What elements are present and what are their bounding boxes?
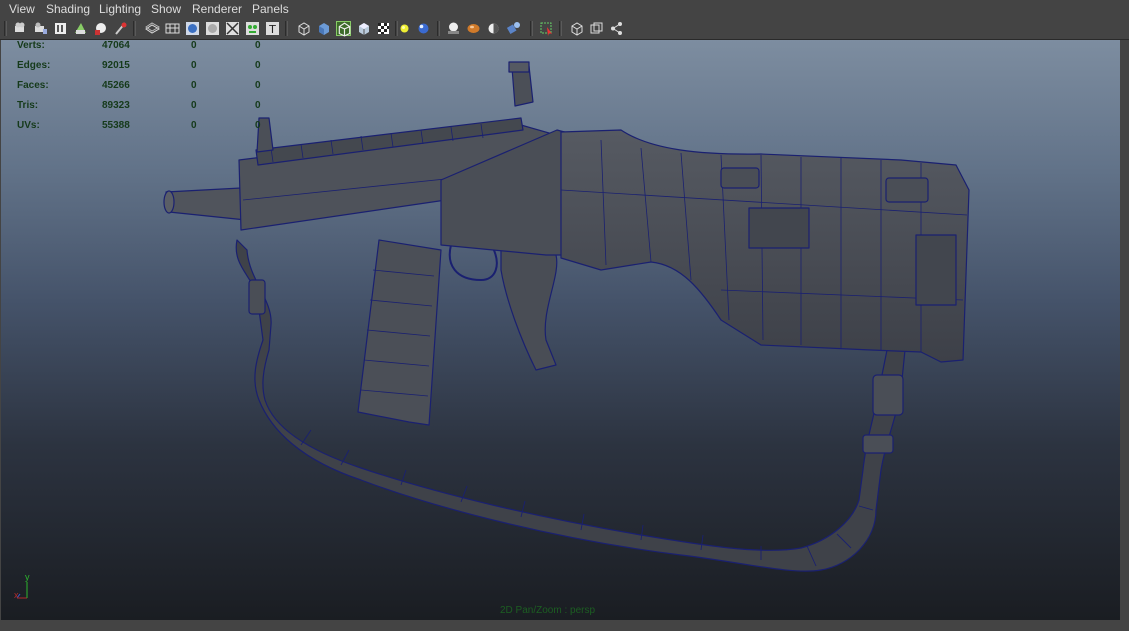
- hud-value: 0: [191, 120, 197, 131]
- camera-attributes-icon[interactable]: [33, 21, 48, 36]
- hud-label: UVs:: [17, 120, 40, 131]
- hud-value: 0: [255, 100, 261, 111]
- field-chart-icon[interactable]: [185, 21, 200, 36]
- xray-icon[interactable]: [397, 21, 412, 36]
- toolbar-separator: [4, 21, 7, 36]
- hud-value: 0: [191, 40, 197, 51]
- menu-shading[interactable]: Shading: [46, 2, 90, 16]
- panel-menubar: View Shading Lighting Show Renderer Pane…: [0, 0, 1129, 18]
- hud-value: 55388: [102, 120, 130, 131]
- toolbar-separator: [530, 21, 533, 36]
- xray-joints-icon[interactable]: [609, 21, 624, 36]
- menu-lighting[interactable]: Lighting: [99, 2, 141, 16]
- gate-mask-icon[interactable]: [165, 21, 180, 36]
- menu-view[interactable]: View: [9, 2, 35, 16]
- depth-of-field-icon[interactable]: [569, 21, 584, 36]
- hud-value: 0: [255, 40, 261, 51]
- hud-value: 92015: [102, 60, 130, 71]
- resolution-gate-icon[interactable]: [145, 21, 160, 36]
- toolbar-separator: [437, 21, 440, 36]
- perspective-viewport[interactable]: Verts: 47064 0 0 Edges: 92015 0 0 Faces:…: [1, 40, 1120, 620]
- hud-value: 0: [191, 60, 197, 71]
- wireframe-on-shaded-icon[interactable]: [376, 21, 391, 36]
- hud-value: 0: [255, 120, 261, 131]
- maya-viewport-window: View Shading Lighting Show Renderer Pane…: [0, 0, 1129, 631]
- safe-action-icon[interactable]: [205, 21, 220, 36]
- film-gate-icon[interactable]: [113, 21, 128, 36]
- hud-value: 0: [255, 60, 261, 71]
- select-camera-icon[interactable]: [13, 21, 28, 36]
- viewport-right-frame: [1120, 40, 1129, 620]
- flat-shade-icon[interactable]: [336, 21, 351, 37]
- toolbar-separator: [285, 21, 288, 36]
- points-icon[interactable]: [316, 21, 331, 36]
- panel-toolbar: T: [0, 18, 1129, 40]
- rifle-mesh-wireframe: [163, 61, 970, 572]
- hud-label: Tris:: [17, 100, 39, 111]
- camera-status-label: 2D Pan/Zoom : persp: [500, 605, 596, 616]
- multisample-aa-icon[interactable]: [539, 21, 554, 36]
- hud-value: 0: [191, 100, 197, 111]
- smooth-shade-icon[interactable]: T: [265, 21, 280, 36]
- image-plane-icon[interactable]: [73, 21, 88, 36]
- hud-value: 45266: [102, 80, 130, 91]
- hud-value: 0: [255, 80, 261, 91]
- hud-label: Edges:: [17, 60, 51, 71]
- hud-value: 47064: [102, 40, 130, 51]
- bookmarks-icon[interactable]: [53, 21, 68, 36]
- view-axis-gizmo: y x: [11, 572, 41, 602]
- hud-label: Verts:: [17, 40, 45, 51]
- axis-y-label: y: [25, 572, 30, 582]
- safe-title-icon[interactable]: [225, 21, 240, 36]
- motion-blur-icon[interactable]: [506, 21, 521, 36]
- menu-panels[interactable]: Panels: [252, 2, 289, 16]
- toolbar-separator: [133, 21, 136, 36]
- menu-renderer[interactable]: Renderer: [192, 2, 242, 16]
- axis-x-label: x: [14, 590, 19, 600]
- grid-icon[interactable]: [93, 21, 108, 36]
- hud-value: 0: [191, 80, 197, 91]
- use-all-lights-icon[interactable]: [446, 21, 461, 36]
- wireframe-icon[interactable]: [245, 21, 260, 36]
- menu-show[interactable]: Show: [151, 2, 181, 16]
- bounding-box-icon[interactable]: [296, 21, 311, 36]
- textured-icon[interactable]: [416, 21, 431, 36]
- screen-space-ao-icon[interactable]: [486, 21, 501, 36]
- default-material-icon[interactable]: [356, 21, 371, 36]
- toolbar-separator: [559, 21, 562, 36]
- svg-text:T: T: [268, 23, 276, 36]
- hud-value: 89323: [102, 100, 130, 111]
- hud-label: Faces:: [17, 80, 49, 91]
- isolate-select-icon[interactable]: [589, 21, 604, 36]
- shadows-icon[interactable]: [466, 21, 481, 36]
- viewport-bottom-frame: [0, 620, 1129, 631]
